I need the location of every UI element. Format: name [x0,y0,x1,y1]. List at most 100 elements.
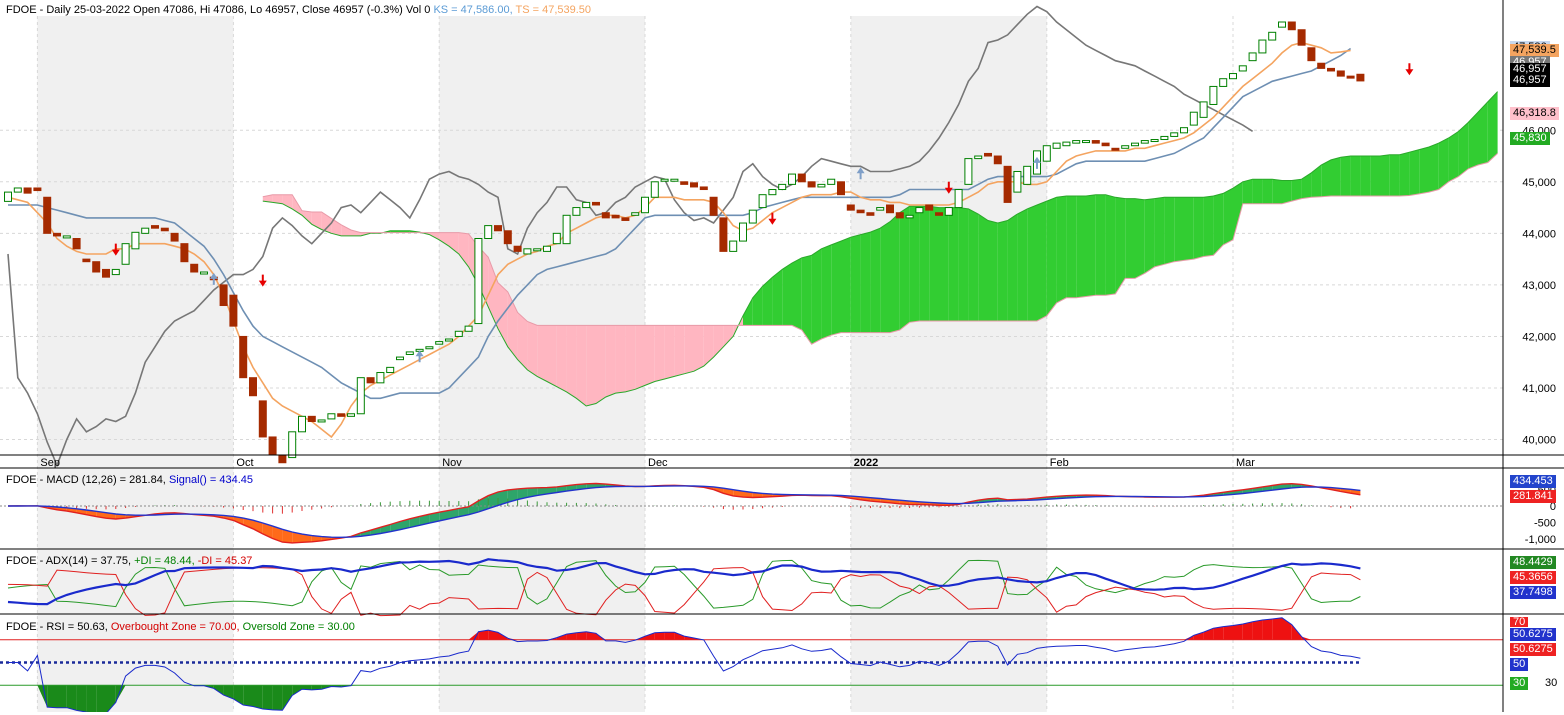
cloud-segment [1439,138,1449,190]
candle [896,213,903,218]
candle [1357,74,1364,81]
cloud-segment [547,325,557,386]
rsi-overbought-fill [1213,627,1223,640]
x-tick-label: Mar [1236,457,1255,469]
price-tag: 46,318.8 [1510,107,1559,120]
candle [377,373,384,383]
cloud-segment [1390,155,1400,196]
cloud-segment [1253,179,1263,203]
cloud-segment [851,235,861,333]
cloud-segment [674,325,684,376]
candle [318,420,325,422]
price-title-main: FDOE - Daily 25-03-2022 Open 47086, Hi 4… [6,4,430,16]
axes: SepOctNovDec2022FebMar40,00041,00042,000… [0,0,1564,712]
cloud-segment [880,222,890,333]
cloud-segment [1429,143,1439,192]
candle [1239,66,1246,71]
cloud-segment [1282,181,1292,204]
cloud-segment [1057,196,1067,303]
candle [769,190,776,195]
cloud-segment [1008,214,1018,321]
candle [1112,148,1119,150]
candle [642,197,649,212]
macd-tick-label: -1,000 [1525,534,1556,546]
cloud-segment [1125,199,1135,279]
candle [661,179,668,181]
candle [240,336,247,377]
cloud-segment [1419,147,1429,194]
y-tick-label: 45,000 [1522,177,1556,189]
price-panel-title: FDOE - Daily 25-03-2022 Open 47086, Hi 4… [6,4,591,17]
adx-panel-title: FDOE - ADX(14) = 37.75, +DI = 48.44, -DI… [6,555,252,568]
cloud-segment [596,325,606,403]
cloud-segment [1409,150,1419,196]
cloud-segment [929,206,939,321]
cloud-segment [900,206,910,330]
candle [289,432,296,458]
candle [367,378,374,383]
cloud-segment [1194,197,1204,259]
rsi-oversold-fill [86,685,96,712]
candle [406,352,413,355]
cloud-segment [704,325,714,366]
cloud-segment [1223,188,1233,245]
chart-svg: 5000-500-1,000 SepOctNovDec2022FebMar40,… [0,0,1564,712]
candle [132,232,139,248]
candle [622,218,629,221]
macd-tick-label: -500 [1534,518,1556,530]
rsi-oversold-fill [243,685,253,706]
candle [1073,141,1080,144]
candle [700,187,707,190]
x-tick-label: Nov [442,457,462,469]
rsi-overbought-fill [1233,624,1243,640]
y-tick-label: 43,000 [1522,280,1556,292]
cloud-segment [1380,155,1390,196]
candle [426,347,433,349]
candle [230,295,237,326]
candle [632,213,639,216]
candle [1043,146,1050,161]
rsi-70-tag: 70 [1510,617,1528,627]
cloud-segment [1360,156,1370,196]
candle [1181,128,1188,133]
candle [602,213,609,218]
cloud-segment [1321,160,1331,197]
candle [563,215,570,243]
y-tick-label: 40,000 [1522,435,1556,447]
candle [945,208,952,216]
macd-value-tag: 281.841 [1510,490,1556,503]
candle [1092,141,1099,144]
rsi-overbought-fill [665,632,675,639]
candle [818,184,825,187]
cloud-segment [890,213,900,333]
candle [171,233,178,241]
cloud-segment [1262,179,1272,203]
candle [191,264,198,272]
candle [524,249,531,254]
candle [357,378,364,414]
cloud-segment [978,214,988,321]
adx-title-mdi: -DI = 45.37 [198,555,253,567]
cloud-segment [1115,197,1125,294]
candle [338,414,345,417]
candle [1014,171,1021,192]
cloud-segment [1243,179,1253,203]
cloud-segment [684,325,694,373]
cloud-segment [1302,173,1312,199]
cloud-segment [821,245,831,339]
x-tick-label: Dec [648,457,668,469]
candle [710,197,717,215]
cloud-segment [802,255,812,344]
cloud-segment [792,258,802,330]
candle [1053,143,1060,148]
candle [1269,32,1276,40]
rsi-oversold-fill [47,685,57,707]
candle [201,272,208,274]
candle [54,233,61,236]
candle [93,262,100,272]
cloud-segment [557,325,567,391]
candle [847,205,854,210]
candle [1004,166,1011,202]
cloud-segment [1037,201,1047,321]
candle [475,239,482,324]
